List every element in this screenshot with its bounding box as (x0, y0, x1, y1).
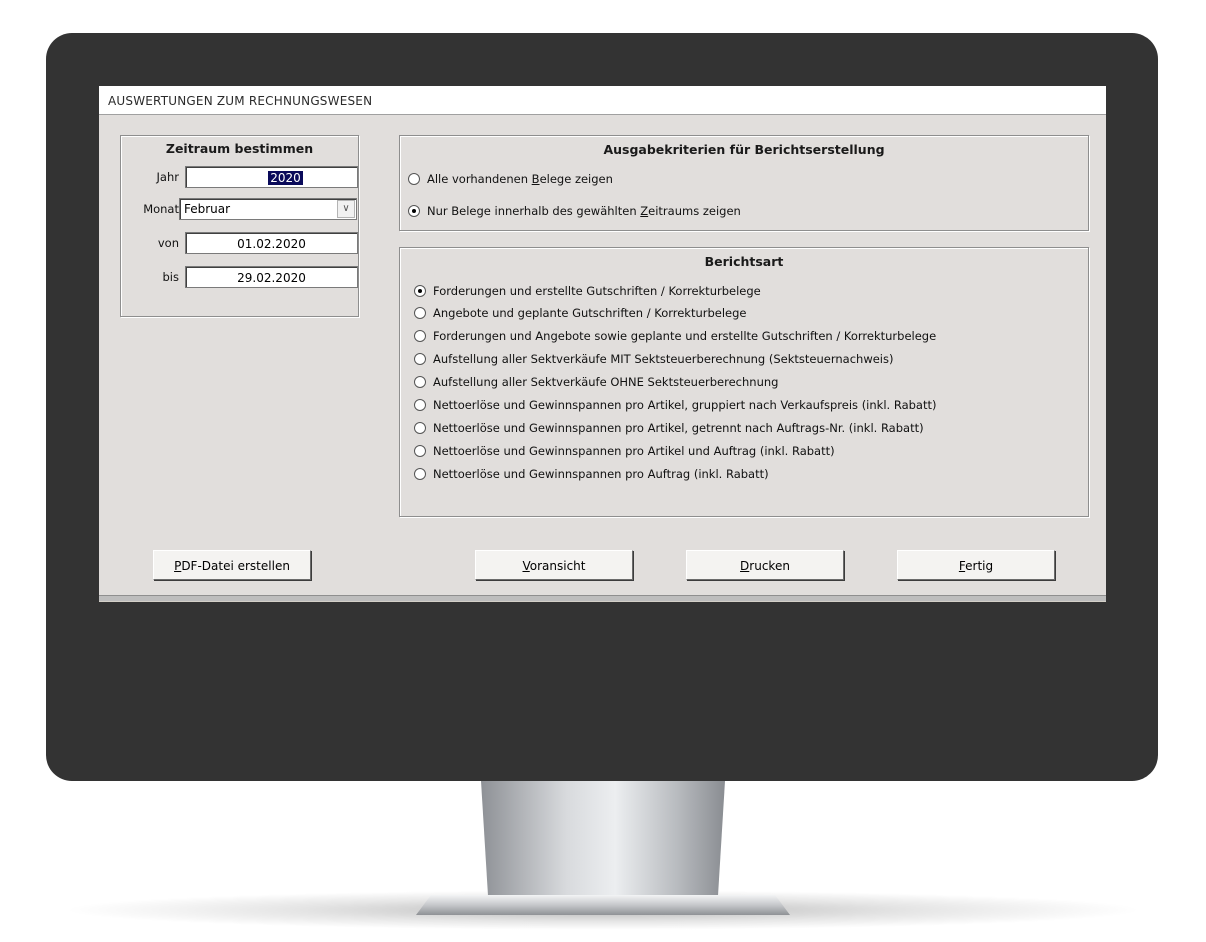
radio-icon (414, 330, 426, 342)
radio-icon (414, 307, 426, 319)
berichtsart-title: Berichtsart (704, 254, 784, 269)
zeitraum-title: Zeitraum bestimmen (165, 141, 314, 156)
dialog-body: Zeitraum bestimmen Jahr 2020 Monat Febru… (99, 115, 1106, 595)
radio-icon (414, 399, 426, 411)
dialog-window: AUSWERTUNGEN ZUM RECHNUNGSWESEN Zeitraum… (99, 86, 1106, 602)
radio-icon (408, 173, 420, 185)
fertig-button[interactable]: Fertig (897, 550, 1055, 580)
von-label: von (157, 236, 179, 250)
berichtsart-option[interactable]: Aufstellung aller Sektverkäufe MIT Sekts… (414, 350, 893, 368)
ausgabe-option-label: Alle vorhandenen Belege zeigen (427, 172, 613, 186)
radio-icon (408, 205, 420, 217)
bis-field[interactable]: 29.02.2020 (185, 266, 358, 288)
bis-label: bis (162, 270, 180, 284)
monat-label: Monat (143, 202, 179, 216)
radio-icon (414, 376, 426, 388)
chevron-down-icon[interactable]: ∨ (337, 200, 355, 218)
monat-dropdown[interactable]: Februar ∨ (179, 198, 357, 220)
voransicht-button[interactable]: Voransicht (475, 550, 633, 580)
ausgabe-option-label: Nur Belege innerhalb des gewählten Zeitr… (427, 204, 741, 218)
radio-icon (414, 353, 426, 365)
window-title: AUSWERTUNGEN ZUM RECHNUNGSWESEN (108, 94, 373, 108)
berichtsart-option[interactable]: Forderungen und erstellte Gutschriften /… (414, 282, 761, 300)
jahr-field[interactable]: 2020 (185, 166, 358, 188)
window-bottom-edge (99, 595, 1106, 601)
berichtsart-group: Berichtsart Forderungen und erstellte Gu… (399, 247, 1089, 517)
von-value: 01.02.2020 (237, 237, 306, 251)
berichtsart-option[interactable]: Nettoerlöse und Gewinnspannen pro Auftra… (414, 465, 769, 483)
monitor-stand-base (416, 895, 790, 915)
berichtsart-option[interactable]: Angebote und geplante Gutschriften / Kor… (414, 304, 747, 322)
monat-value: Februar (184, 202, 231, 216)
berichtsart-option[interactable]: Nettoerlöse und Gewinnspannen pro Artike… (414, 396, 936, 414)
radio-icon (414, 468, 426, 480)
von-field[interactable]: 01.02.2020 (185, 232, 358, 254)
pdf-button[interactable]: PDF-Datei erstellen (153, 550, 311, 580)
zeitraum-group: Zeitraum bestimmen Jahr 2020 Monat Febru… (120, 135, 359, 317)
berichtsart-option[interactable]: Nettoerlöse und Gewinnspannen pro Artike… (414, 419, 924, 437)
radio-icon (414, 422, 426, 434)
radio-icon (414, 285, 426, 297)
ausgabe-option-zeitraum[interactable]: Nur Belege innerhalb des gewählten Zeitr… (408, 202, 741, 220)
ausgabe-title: Ausgabekriterien für Berichtserstellung (603, 142, 885, 157)
drucken-button[interactable]: Drucken (686, 550, 844, 580)
jahr-label: Jahr (156, 170, 179, 184)
ausgabe-option-alle[interactable]: Alle vorhandenen Belege zeigen (408, 170, 613, 188)
bis-value: 29.02.2020 (237, 271, 306, 285)
jahr-value: 2020 (268, 171, 303, 185)
monitor-stand-neck (481, 781, 725, 901)
window-titlebar: AUSWERTUNGEN ZUM RECHNUNGSWESEN (99, 86, 1106, 115)
berichtsart-option[interactable]: Nettoerlöse und Gewinnspannen pro Artike… (414, 442, 835, 460)
ausgabe-group: Ausgabekriterien für Berichtserstellung … (399, 135, 1089, 231)
berichtsart-option[interactable]: Forderungen und Angebote sowie geplante … (414, 327, 936, 345)
radio-icon (414, 445, 426, 457)
berichtsart-option[interactable]: Aufstellung aller Sektverkäufe OHNE Sekt… (414, 373, 778, 391)
